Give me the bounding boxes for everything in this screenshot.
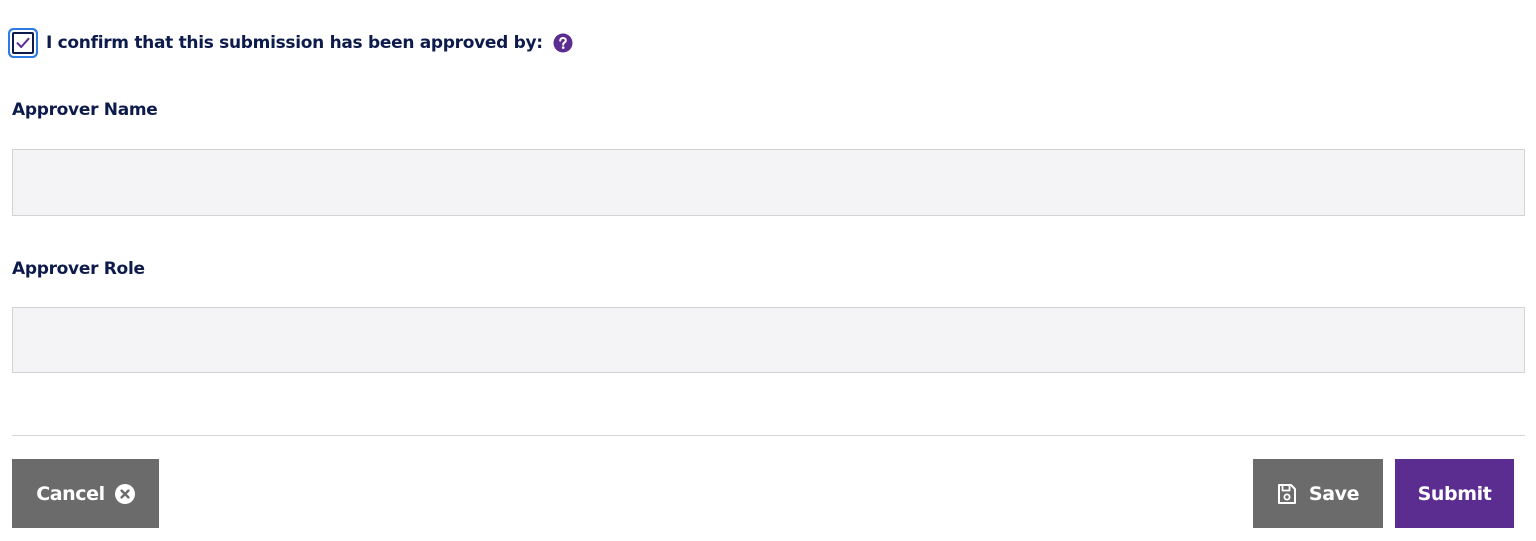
approver-name-label: Approver Name bbox=[12, 100, 158, 120]
cancel-button-label: Cancel bbox=[36, 482, 105, 505]
save-button-label: Save bbox=[1308, 482, 1360, 505]
form-divider bbox=[12, 435, 1525, 436]
approver-role-input[interactable] bbox=[12, 307, 1525, 373]
approver-name-input[interactable] bbox=[12, 149, 1525, 216]
close-circle-icon bbox=[114, 483, 135, 504]
approval-confirm-checkbox[interactable] bbox=[12, 32, 34, 54]
save-button[interactable]: Save bbox=[1253, 459, 1383, 528]
submit-button[interactable]: Submit bbox=[1395, 459, 1514, 528]
floppy-disk-icon bbox=[1277, 483, 1297, 505]
approval-confirm-row: I confirm that this submission has been … bbox=[12, 28, 573, 58]
question-circle-icon[interactable] bbox=[553, 33, 573, 53]
cancel-button[interactable]: Cancel bbox=[12, 459, 159, 528]
approval-confirm-label: I confirm that this submission has been … bbox=[46, 33, 543, 53]
checkmark-icon bbox=[16, 37, 30, 48]
approver-role-label: Approver Role bbox=[12, 259, 145, 279]
submit-button-label: Submit bbox=[1417, 482, 1492, 505]
